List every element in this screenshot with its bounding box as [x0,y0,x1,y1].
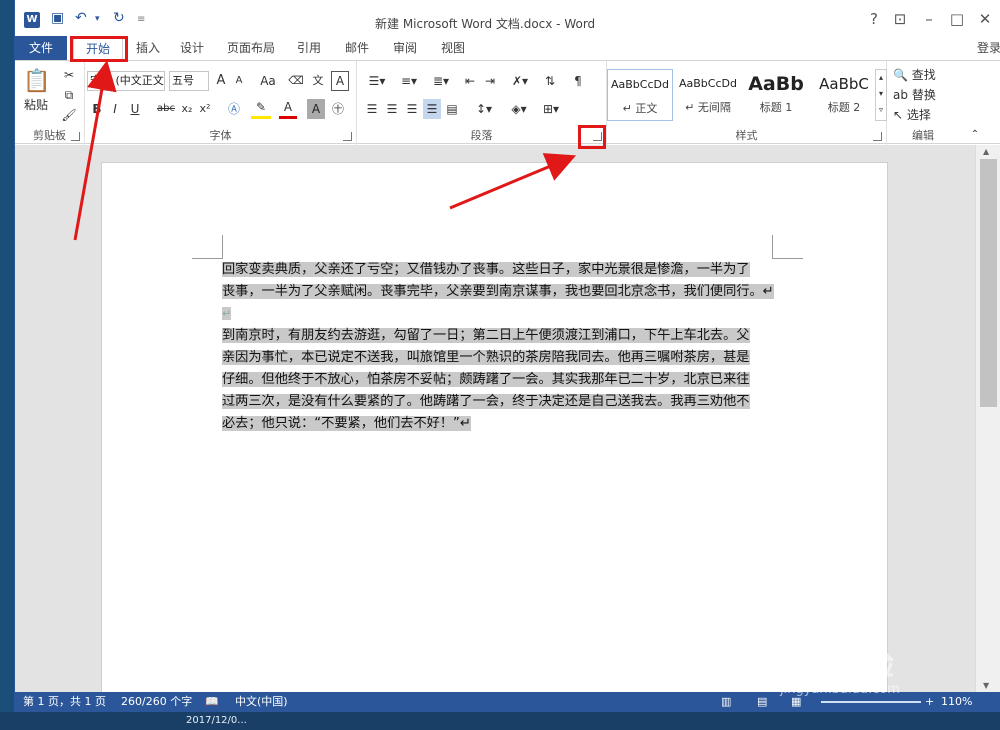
arrow-to-home-tab [73,60,117,241]
annotation-arrows [73,60,577,241]
baidu-watermark-logo: Bai 经验 [770,648,894,683]
arrow-to-paragraph-launcher [449,153,577,210]
baidu-watermark-url: jingyan.baidu.com [780,682,900,697]
